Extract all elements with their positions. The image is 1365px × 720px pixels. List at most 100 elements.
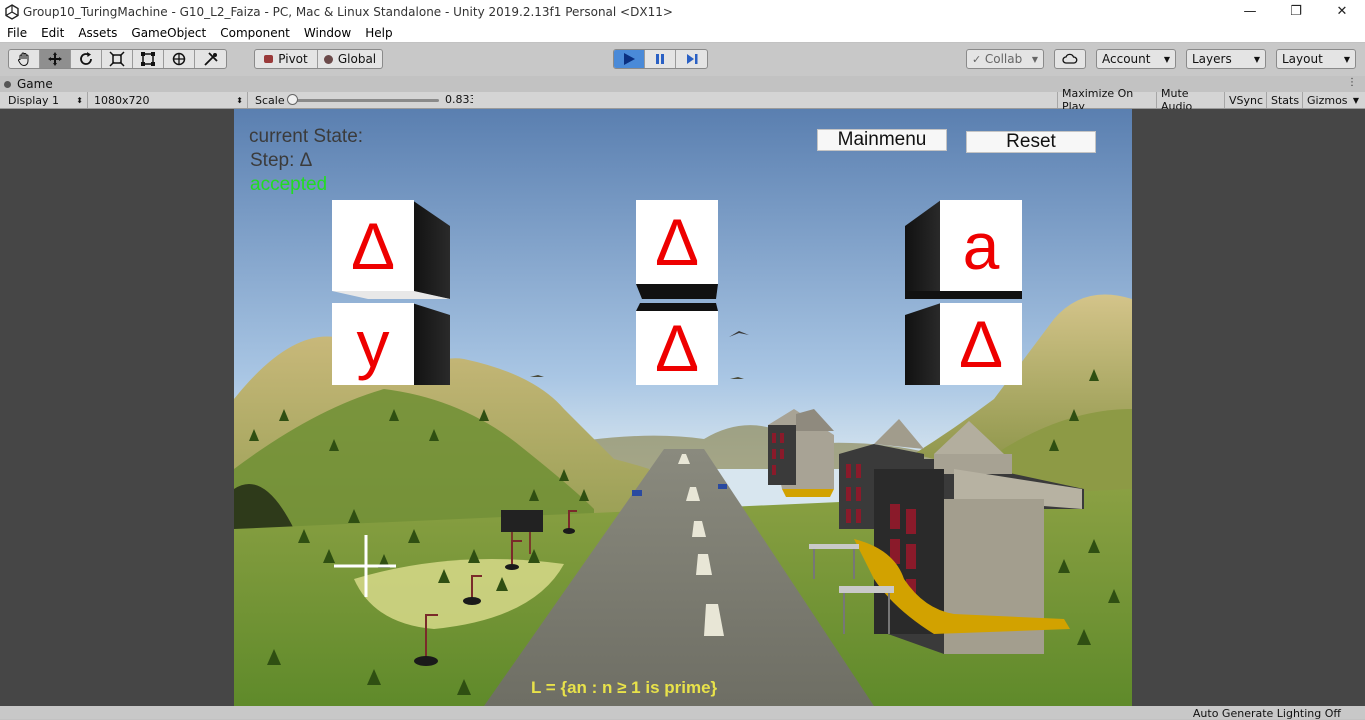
chevron-down-icon: ⬍	[76, 95, 83, 105]
game-view-toolbar: Display 1 ⬍ 1080x720 ⬍ Scale 0.833 Maxim…	[0, 87, 1365, 113]
vsync-toggle[interactable]: VSync	[1225, 92, 1267, 108]
status-text: Auto Generate Lighting Off	[1192, 707, 1341, 720]
menu-assets[interactable]: Assets	[71, 26, 124, 40]
scale-value: 0.833	[445, 93, 473, 106]
tape-cube-upper-middle[interactable]: Δ	[636, 200, 718, 299]
tape-cube-lower-right[interactable]: Δ	[905, 303, 1022, 385]
restore-button[interactable]: ❐	[1273, 0, 1319, 23]
move-icon	[48, 52, 62, 66]
tape-cube-lower-left[interactable]: y	[332, 303, 450, 385]
layers-label: Layers	[1192, 52, 1232, 66]
layout-dropdown[interactable]: Layout ▼	[1276, 49, 1356, 69]
minimize-button[interactable]: —	[1227, 0, 1273, 23]
pivot-icon	[264, 55, 274, 63]
reset-label: Reset	[1006, 131, 1056, 152]
scale-tool-button[interactable]	[102, 50, 133, 68]
collab-dropdown[interactable]: ✓ Collab ▼	[966, 49, 1044, 69]
scale-slider-track[interactable]	[290, 99, 439, 102]
resolution-label: 1080x720	[94, 93, 150, 107]
global-button[interactable]: Global	[318, 50, 382, 68]
tape-symbol: a	[962, 208, 1000, 283]
chevron-down-icon: ▼	[1253, 54, 1260, 64]
layers-dropdown[interactable]: Layers ▼	[1186, 49, 1266, 69]
collab-label: Collab	[984, 52, 1023, 66]
menu-help[interactable]: Help	[358, 26, 399, 40]
tape-cube-lower-middle[interactable]: Δ	[636, 303, 718, 385]
hand-tool-button[interactable]	[9, 50, 40, 68]
tape-cube-upper-left[interactable]: Δ	[332, 200, 450, 299]
game-tab-label: Game	[17, 77, 53, 91]
pause-button[interactable]	[645, 50, 676, 68]
pivot-button[interactable]: Pivot	[255, 50, 318, 68]
cloud-icon	[1062, 53, 1078, 64]
gizmos-label: Gizmos	[1307, 93, 1348, 107]
account-dropdown[interactable]: Account ▼	[1096, 49, 1176, 69]
mainmenu-label: Mainmenu	[837, 129, 927, 150]
tape-cube-upper-right[interactable]: a	[905, 200, 1022, 299]
hand-icon	[18, 52, 29, 67]
menu-file[interactable]: File	[0, 26, 34, 40]
main-toolbar: Pivot Global ✓ Collab ▼ Account ▼ Layers…	[0, 43, 1365, 76]
custom-tool-button[interactable]	[195, 50, 226, 68]
reset-button[interactable]: Reset	[966, 131, 1096, 153]
game-tab[interactable]: Game	[4, 76, 53, 92]
play-button[interactable]	[614, 50, 645, 68]
window-title: Group10_TuringMachine - G10_L2_Faiza - P…	[23, 4, 673, 19]
window-title-bar: Group10_TuringMachine - G10_L2_Faiza - P…	[0, 0, 1365, 23]
collab-check-icon: ✓	[972, 52, 982, 66]
game-canvas[interactable]: current State: Step: Δ accepted Mainmenu…	[234, 109, 1132, 706]
game-scene	[234, 109, 1132, 706]
tab-menu-icon[interactable]: ⋮	[1347, 77, 1357, 88]
tape-symbol: Δ	[350, 208, 396, 283]
scale-icon	[109, 51, 125, 67]
cloud-button[interactable]	[1054, 49, 1086, 69]
stats-label: Stats	[1271, 93, 1300, 107]
step-label: Step: Δ	[250, 150, 313, 171]
menu-window[interactable]: Window	[297, 26, 358, 40]
mute-audio-toggle[interactable]: Mute Audio	[1157, 87, 1225, 113]
vsync-label: VSync	[1229, 93, 1264, 107]
play-icon	[624, 53, 635, 65]
menu-bar: File Edit Assets GameObject Component Wi…	[0, 23, 1365, 42]
layout-label: Layout	[1282, 52, 1323, 66]
tape-symbol: Δ	[958, 307, 1004, 381]
transform-icon	[172, 52, 186, 66]
rotate-tool-button[interactable]	[71, 50, 102, 68]
restore-icon: ❐	[1290, 4, 1302, 19]
global-label: Global	[337, 52, 377, 66]
maximize-on-play-toggle[interactable]: Maximize On Play	[1057, 87, 1157, 113]
display-dropdown[interactable]: Display 1 ⬍	[4, 92, 88, 108]
chevron-down-icon: ▼	[1163, 54, 1170, 64]
pause-icon	[656, 54, 664, 64]
step-button[interactable]	[676, 50, 707, 68]
menu-component[interactable]: Component	[213, 26, 297, 40]
gizmos-dropdown[interactable]: Gizmos ▼	[1303, 92, 1363, 108]
tape-symbol: Δ	[654, 205, 700, 279]
menu-edit[interactable]: Edit	[34, 26, 71, 40]
resolution-dropdown[interactable]: 1080x720 ⬍	[90, 92, 248, 108]
pivot-label: Pivot	[278, 52, 308, 66]
tape-symbol: y	[356, 307, 390, 381]
chevron-down-icon: ▼	[1031, 54, 1038, 64]
rect-tool-button[interactable]	[133, 50, 164, 68]
transform-tools	[8, 49, 227, 69]
game-tab-icon	[4, 80, 11, 88]
stats-toggle[interactable]: Stats	[1267, 92, 1303, 108]
step-icon	[686, 54, 697, 64]
global-icon	[323, 54, 333, 64]
account-label: Account	[1102, 52, 1151, 66]
pivot-toggles: Pivot Global	[254, 49, 383, 69]
scale-label: Scale	[255, 93, 285, 107]
move-tool-button[interactable]	[40, 50, 71, 68]
chevron-down-icon: ▼	[1343, 54, 1350, 64]
close-icon: ✕	[1336, 4, 1348, 19]
close-button[interactable]: ✕	[1319, 0, 1365, 23]
transform-tool-button[interactable]	[164, 50, 195, 68]
menu-gameobject[interactable]: GameObject	[124, 26, 213, 40]
current-state-label: current State:	[249, 126, 364, 147]
unity-logo-icon	[5, 3, 19, 20]
rect-icon	[141, 52, 155, 66]
scale-slider-thumb[interactable]	[286, 94, 298, 105]
mainmenu-button[interactable]: Mainmenu	[817, 129, 947, 151]
minimize-icon: —	[1243, 4, 1257, 19]
